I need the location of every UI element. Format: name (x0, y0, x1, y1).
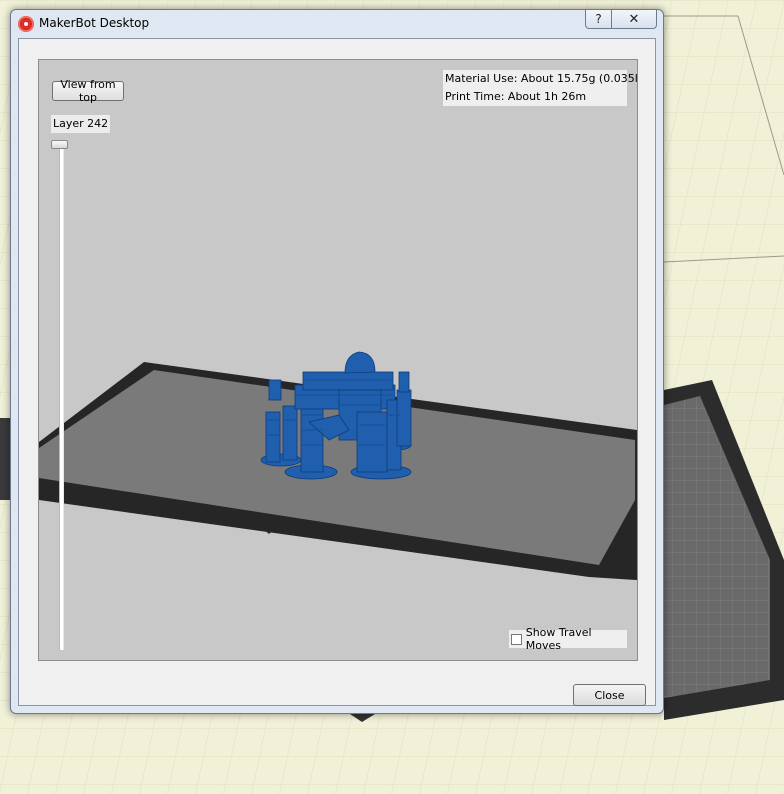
view-from-top-button[interactable]: View from top (52, 78, 124, 104)
window-title: MakerBot Desktop (39, 16, 150, 30)
show-travel-moves-option[interactable]: Show Travel Moves (509, 626, 627, 652)
print-time-text: Print Time: About 1h 26m (445, 90, 587, 103)
show-travel-moves-checkbox[interactable] (511, 633, 522, 645)
show-travel-moves-label: Show Travel Moves (525, 626, 592, 652)
layer-slider-track[interactable] (59, 140, 64, 650)
print-stats: Material Use: About 15.75g (0.035lb) Pri… (443, 70, 638, 106)
caption-buttons: ? ✕ (585, 10, 657, 29)
help-icon: ? (595, 12, 602, 26)
material-use-text: Material Use: About 15.75g (0.035lb) (445, 72, 638, 85)
window-close-button[interactable]: ✕ (612, 10, 657, 29)
print-preview-viewport[interactable]: View from top Layer 242 Material Use: Ab… (38, 59, 638, 661)
title-bar[interactable]: MakerBot Desktop ? ✕ (11, 10, 663, 38)
layer-slider-thumb[interactable] (51, 140, 68, 149)
makerbot-logo-icon (18, 16, 34, 32)
dialog-client-area: View from top Layer 242 Material Use: Ab… (18, 38, 656, 706)
close-icon: ✕ (628, 11, 640, 27)
help-button[interactable]: ? (585, 10, 612, 29)
layer-label: Layer 242 (51, 115, 111, 133)
preview-scene (39, 351, 637, 580)
close-button[interactable]: Close (573, 684, 646, 706)
makerbot-dialog-window: MakerBot Desktop ? ✕ View from top Layer… (10, 9, 664, 714)
